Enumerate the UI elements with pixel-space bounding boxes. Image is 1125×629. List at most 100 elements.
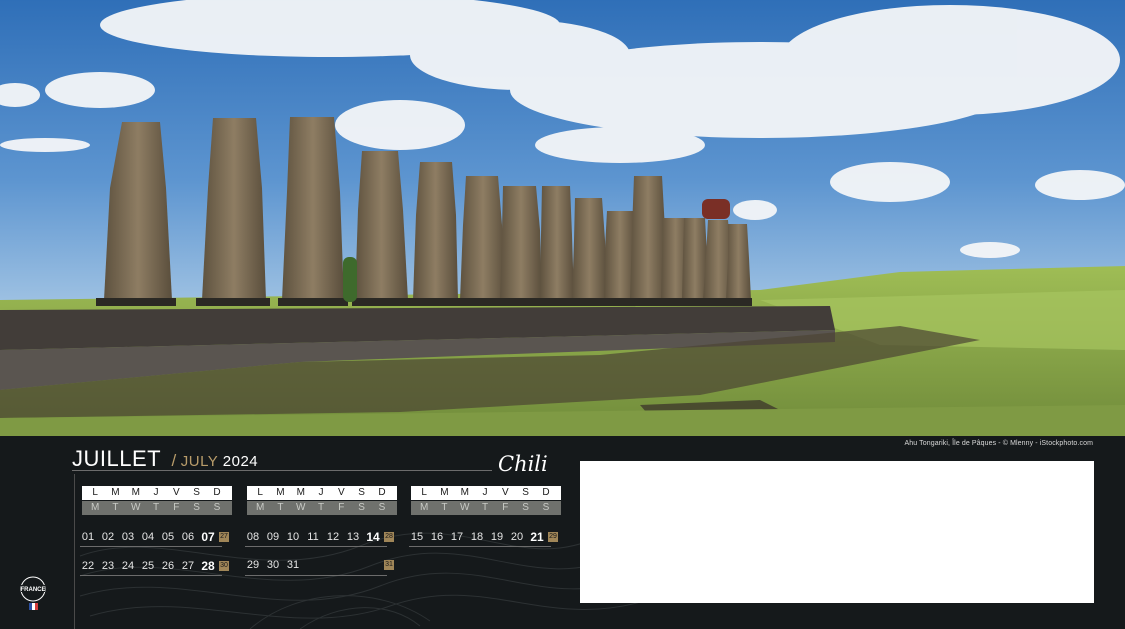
weekday-header-3: LMMJVSDMTWTFSS — [411, 486, 561, 515]
weekday-label-fr: L — [421, 487, 427, 498]
date-cell: 30 — [266, 559, 280, 571]
week-underline — [80, 546, 222, 547]
title-slash: / — [171, 451, 177, 470]
weekday-label-fr: D — [213, 487, 221, 498]
weekday-row-french: L MM J V S D — [82, 486, 232, 500]
week-number-badge: 27 — [219, 532, 229, 542]
date-cell: 09 — [266, 531, 280, 543]
date-cell: 10 — [286, 531, 300, 543]
country-name: Chili — [498, 452, 548, 476]
month-title: JUILLET / JULY 2024 — [72, 446, 258, 472]
weekday-label-en: T — [152, 502, 160, 513]
weekday-label-en: F — [173, 502, 180, 513]
weekday-row-english: MTWTFSS — [82, 501, 232, 515]
week-row: 15 16 17 18 19 20 21 29 — [407, 530, 558, 544]
week-number-badge: 28 — [384, 532, 394, 542]
week-underline — [245, 575, 387, 576]
photo-credit: Ahu Tongariki, Île de Pâques - © Mlenny … — [904, 440, 1093, 447]
weekday-label-en: W — [131, 502, 141, 513]
weekday-label-en: S — [542, 502, 550, 513]
weekday-label-fr: V — [502, 487, 509, 498]
date-cell: 12 — [326, 531, 340, 543]
month-name-english: JULY — [180, 453, 219, 470]
date-cell: 14 — [366, 530, 380, 544]
weekday-header-1: LMMJVSDMTWTFSS — [82, 486, 232, 515]
date-cell: 25 — [141, 560, 155, 572]
weekday-label-en: T — [317, 502, 325, 513]
date-cell: 19 — [490, 531, 504, 543]
weekday-label-fr: J — [482, 487, 488, 498]
weekday-label-en: S — [213, 502, 221, 513]
weekday-header-2: LMMJVSDMTWTFSS — [247, 486, 397, 515]
weekday-row-english: MTWTFSS — [247, 501, 397, 515]
title-divider — [72, 470, 492, 471]
week-row: 08 09 10 11 12 13 14 28 — [243, 530, 394, 544]
weekday-label-fr: J — [318, 487, 324, 498]
date-cell: 23 — [101, 560, 115, 572]
weekday-label-en: S — [522, 502, 529, 513]
week-number-badge: 29 — [548, 532, 558, 542]
week-number-badge: 31 — [384, 560, 394, 570]
france-logo-icon: FRANCE — [20, 576, 46, 610]
date-cell: 11 — [307, 531, 319, 543]
week-underline — [409, 546, 551, 547]
weekday-label-fr: M — [296, 487, 305, 498]
weekday-label-en: S — [193, 502, 200, 513]
date-cell: 28 — [201, 559, 215, 573]
date-cell: 24 — [121, 560, 135, 572]
weekday-label-fr: M — [440, 487, 449, 498]
weekday-label-en: M — [419, 502, 429, 513]
weekday-label-fr: M — [111, 487, 120, 498]
weekday-label-en: M — [255, 502, 265, 513]
week-row: 22 23 24 25 26 27 28 30 — [78, 559, 229, 573]
date-cell: 31 — [286, 559, 300, 571]
weekday-label-en: M — [90, 502, 100, 513]
weekday-label-en: T — [112, 502, 119, 513]
date-cell: 16 — [430, 531, 444, 543]
weekday-label-fr: M — [131, 487, 140, 498]
weekday-label-en: T — [441, 502, 448, 513]
date-cell: 20 — [510, 531, 524, 543]
weekday-row-french: L MM J V S D — [247, 486, 397, 500]
date-cell: 04 — [141, 531, 155, 543]
date-cell: 26 — [161, 560, 175, 572]
date-cell: 17 — [450, 531, 464, 543]
weekday-label-en: F — [502, 502, 509, 513]
date-cell: 02 — [101, 531, 115, 543]
weekday-label-en: F — [338, 502, 345, 513]
weekday-row-english: MTWTFSS — [411, 501, 561, 515]
weekday-label-fr: V — [173, 487, 180, 498]
weekday-label-fr: M — [460, 487, 469, 498]
weekday-row-french: L MM J V S D — [411, 486, 561, 500]
date-cell: 21 — [530, 530, 544, 544]
date-cell: 03 — [121, 531, 135, 543]
weekday-label-fr: L — [257, 487, 263, 498]
date-cell: 18 — [470, 531, 484, 543]
weekday-label-en: W — [296, 502, 306, 513]
date-cell: 05 — [161, 531, 175, 543]
weekday-label-fr: D — [378, 487, 386, 498]
moai-photo — [0, 0, 1125, 436]
date-cell: 13 — [346, 531, 360, 543]
date-cell: 07 — [201, 530, 215, 544]
weekday-label-en: S — [378, 502, 386, 513]
date-cell: 08 — [246, 531, 260, 543]
month-name-french: JUILLET — [72, 446, 162, 471]
logo-text: FRANCE — [21, 587, 46, 593]
weekday-label-fr: S — [522, 487, 529, 498]
week-row: 01 02 03 04 05 06 07 27 — [78, 530, 229, 544]
weekday-label-fr: V — [338, 487, 345, 498]
date-cell: 22 — [81, 560, 95, 572]
weekday-label-fr: L — [92, 487, 98, 498]
date-cell: 06 — [181, 531, 195, 543]
left-divider — [74, 474, 75, 629]
week-number-badge: 30 — [219, 561, 229, 571]
date-cell: 01 — [81, 531, 95, 543]
date-cell: 15 — [410, 531, 424, 543]
weekday-label-fr: M — [276, 487, 285, 498]
year: 2024 — [222, 453, 259, 470]
date-cell: 29 — [246, 559, 260, 571]
week-underline — [80, 575, 222, 576]
date-cell: 27 — [181, 560, 195, 572]
weekday-label-en: T — [277, 502, 284, 513]
